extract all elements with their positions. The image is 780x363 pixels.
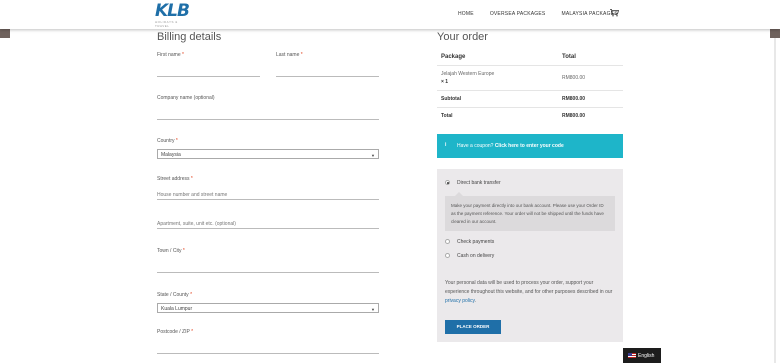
bank-transfer-label[interactable]: Direct bank transfer: [457, 180, 501, 186]
first-name-label: First name *: [157, 52, 184, 58]
logo-subtitle: HOLIDAYS & TRAVEL: [155, 20, 178, 28]
uk-flag-icon: [628, 353, 636, 358]
radio-check-payments[interactable]: [445, 239, 450, 244]
state-select[interactable]: Kuala Lumpur ▼: [157, 303, 379, 313]
site-logo[interactable]: KLB HOLIDAYS & TRAVEL: [155, 1, 191, 29]
privacy-notice: Your personal data will be used to proce…: [445, 280, 613, 304]
item-price: RM800.00: [562, 75, 586, 81]
coupon-link[interactable]: Click here to enter your code: [495, 143, 564, 149]
scroll-edge: [774, 38, 776, 363]
site-header: KLB HOLIDAYS & TRAVEL HOME OVERSEA PACKA…: [0, 0, 780, 29]
cash-on-delivery-label[interactable]: Cash on delivery: [457, 253, 494, 259]
logo-text: KLB: [155, 1, 190, 21]
postcode-field[interactable]: [157, 344, 379, 354]
language-label: English: [638, 353, 655, 359]
subtotal-value: RM800.00: [562, 96, 586, 102]
main-nav: HOME OVERSEA PACKAGES MALAYSIA PACKAGES: [458, 11, 634, 17]
chevron-down-icon: ▼: [371, 153, 375, 158]
item-qty: × 1: [441, 79, 449, 85]
street-field[interactable]: House number and street name: [157, 190, 379, 200]
total-row: Total RM800.00: [437, 108, 623, 125]
company-label: Company name (optional): [157, 95, 215, 101]
billing-title: Billing details: [157, 31, 222, 43]
last-name-field[interactable]: [276, 67, 379, 77]
order-table-header: Package Total: [437, 49, 623, 66]
radio-bank-transfer[interactable]: [445, 180, 450, 185]
bank-transfer-description: Make your payment directly into our bank…: [445, 192, 615, 231]
street-placeholder: House number and street name: [157, 192, 228, 198]
chevron-down-icon: ▼: [371, 307, 375, 312]
apartment-field[interactable]: Apartment, suite, unit etc. (optional): [157, 219, 379, 229]
subtotal-row: Subtotal RM800.00: [437, 91, 623, 108]
town-field[interactable]: [157, 263, 379, 273]
check-payments-label[interactable]: Check payments: [457, 239, 494, 245]
nav-home[interactable]: HOME: [458, 11, 474, 17]
company-field[interactable]: [157, 110, 379, 120]
country-select[interactable]: Malaysia ▼: [157, 149, 379, 159]
subtotal-label: Subtotal: [441, 96, 461, 102]
last-name-label: Last name *: [276, 52, 303, 58]
coupon-notice: i Have a coupon? Click here to enter you…: [437, 134, 623, 158]
info-icon: i: [445, 142, 447, 148]
total-value: RM800.00: [562, 113, 586, 119]
radio-cash-on-delivery[interactable]: [445, 253, 450, 258]
town-label: Town / City *: [157, 248, 185, 254]
total-label: Total: [441, 113, 453, 119]
coupon-text: Have a coupon? Click here to enter your …: [457, 143, 564, 149]
state-label: State / County *: [157, 292, 193, 298]
apartment-placeholder: Apartment, suite, unit etc. (optional): [157, 221, 236, 227]
item-name: Jelajah Western Europe: [441, 71, 495, 77]
cart-icon[interactable]: [610, 9, 619, 17]
state-value: Kuala Lumpur: [161, 306, 193, 312]
country-label: Country *: [157, 138, 178, 144]
col-total: Total: [562, 54, 576, 60]
first-name-field[interactable]: [157, 67, 260, 77]
col-package: Package: [441, 54, 466, 60]
order-title: Your order: [437, 31, 488, 43]
language-switcher[interactable]: English: [623, 348, 661, 363]
nav-oversea-packages[interactable]: OVERSEA PACKAGES: [490, 11, 546, 17]
payment-section: Direct bank transfer Make your payment d…: [437, 169, 623, 342]
street-label: Street address *: [157, 176, 193, 182]
privacy-policy-link[interactable]: privacy policy: [445, 298, 475, 304]
place-order-button[interactable]: Place order: [445, 320, 501, 334]
postcode-label: Postcode / ZIP *: [157, 329, 194, 335]
country-value: Malaysia: [161, 152, 181, 158]
table-row: Jelajah Western Europe × 1 RM800.00: [437, 66, 623, 91]
